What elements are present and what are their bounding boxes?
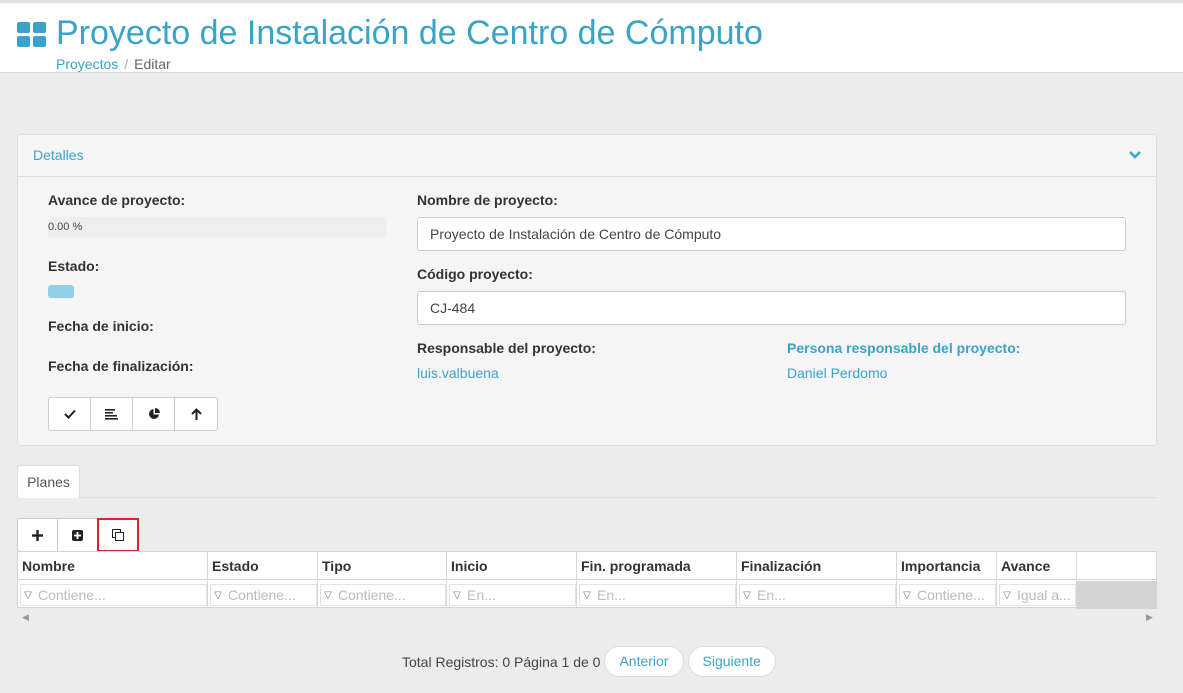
filter-icon[interactable]: ▽ <box>321 590 335 601</box>
next-page-button[interactable]: Siguiente <box>687 646 776 677</box>
column-header[interactable]: Nombre <box>18 552 208 579</box>
details-panel: Detalles Avance de proyecto: 0.00 % Esta… <box>17 134 1157 446</box>
project-owner-label: Responsable del proyecto: <box>417 340 596 356</box>
filter-icon[interactable]: ▽ <box>211 590 225 601</box>
project-name-input[interactable]: Proyecto de Instalación de Centro de Cóm… <box>417 217 1126 251</box>
progress-bar: 0.00 % <box>48 217 386 237</box>
column-header[interactable]: Avance <box>997 552 1077 579</box>
state-label: Estado: <box>48 258 100 274</box>
copy-plan-button[interactable] <box>97 518 139 552</box>
project-code-label: Código proyecto: <box>417 266 533 282</box>
filter-cell[interactable]: ▽ Contiene... <box>897 581 997 609</box>
filter-cell[interactable]: ▽ En... <box>737 581 897 609</box>
project-actions <box>48 397 218 431</box>
add-plan-button[interactable] <box>18 519 58 551</box>
align-left-icon <box>105 408 118 420</box>
filter-input[interactable]: En... <box>754 587 786 603</box>
filter-input[interactable]: Contiene... <box>35 587 106 603</box>
filter-cell[interactable]: ▽ Igual a... <box>997 581 1077 609</box>
breadcrumb: Proyectos / Editar <box>56 56 171 72</box>
tab-planes[interactable]: Planes <box>17 465 80 498</box>
arrow-up-icon <box>190 408 202 420</box>
scroll-left-icon[interactable]: ◀ <box>22 612 29 623</box>
scroll-right-icon[interactable]: ▶ <box>1146 612 1153 623</box>
add-subplan-button[interactable] <box>58 519 98 551</box>
filter-input[interactable]: Igual a... <box>1014 587 1071 603</box>
filter-icon[interactable]: ▽ <box>740 590 754 601</box>
grid-logo-icon <box>17 22 47 48</box>
column-header[interactable]: Estado <box>208 552 318 579</box>
filter-input[interactable]: En... <box>464 587 496 603</box>
chevron-down-icon[interactable] <box>1128 149 1142 161</box>
arrow-up-button[interactable] <box>175 398 217 430</box>
filter-cell[interactable]: ▽ En... <box>447 581 577 609</box>
pie-chart-button[interactable] <box>133 398 175 430</box>
plans-toolbar <box>17 518 139 552</box>
align-left-button[interactable] <box>91 398 133 430</box>
check-button[interactable] <box>49 398 91 430</box>
progress-text: 0.00 % <box>48 221 83 233</box>
end-date-label: Fecha de finalización: <box>48 358 194 374</box>
filter-icon[interactable]: ▽ <box>1000 590 1014 601</box>
grid-filter-filler <box>1077 581 1157 609</box>
grid-header-row: Nombre Estado Tipo Inicio Fin. programad… <box>18 552 1157 580</box>
tab-divider <box>80 497 1157 498</box>
column-header[interactable]: Tipo <box>318 552 447 579</box>
filter-cell[interactable]: ▽ Contiene... <box>318 581 447 609</box>
page-header: Proyecto de Instalación de Centro de Cóm… <box>0 3 1183 73</box>
copy-icon <box>112 529 124 541</box>
filter-icon[interactable]: ▽ <box>580 590 594 601</box>
column-header[interactable]: Finalización <box>737 552 897 579</box>
grid-header-filler <box>1077 552 1157 579</box>
filter-input[interactable]: Contiene... <box>914 587 985 603</box>
filter-icon[interactable]: ▽ <box>21 590 35 601</box>
filter-icon[interactable]: ▽ <box>450 590 464 601</box>
breadcrumb-separator: / <box>124 56 129 72</box>
column-header[interactable]: Importancia <box>897 552 997 579</box>
project-code-input[interactable]: CJ-484 <box>417 291 1126 325</box>
plans-grid: Nombre Estado Tipo Inicio Fin. programad… <box>17 551 1157 609</box>
breadcrumb-projects-link[interactable]: Proyectos <box>56 56 118 72</box>
grid-filter-row: ▽ Contiene... ▽ Contiene... ▽ Contiene... ▽… <box>18 581 1157 609</box>
responsible-person-label: Persona responsable del proyecto: <box>787 340 1021 356</box>
filter-cell[interactable]: ▽ Contiene... <box>208 581 318 609</box>
filter-input[interactable]: Contiene... <box>335 587 406 603</box>
progress-label: Avance de proyecto: <box>48 192 186 208</box>
details-panel-header[interactable]: Detalles <box>18 135 1156 177</box>
state-badge <box>48 285 74 298</box>
check-icon <box>63 409 76 419</box>
filter-icon[interactable]: ▽ <box>900 590 914 601</box>
details-panel-title[interactable]: Detalles <box>33 147 84 163</box>
breadcrumb-current: Editar <box>134 56 171 72</box>
plus-icon <box>32 529 43 541</box>
filter-cell[interactable]: ▽ En... <box>577 581 737 609</box>
pager: Total Registros: 0 Página 1 de 0 Anterio… <box>402 646 776 677</box>
filter-input[interactable]: Contiene... <box>225 587 296 603</box>
responsible-person-link[interactable]: Daniel Perdomo <box>787 365 887 381</box>
previous-page-button[interactable]: Anterior <box>604 646 684 677</box>
pie-chart-icon <box>148 408 160 419</box>
page-title: Proyecto de Instalación de Centro de Cóm… <box>56 14 763 52</box>
filter-input[interactable]: En... <box>594 587 626 603</box>
column-header[interactable]: Inicio <box>447 552 577 579</box>
pager-summary: Total Registros: 0 Página 1 de 0 <box>402 653 601 670</box>
plus-square-icon <box>72 529 83 541</box>
project-owner-link[interactable]: luis.valbuena <box>417 365 499 381</box>
filter-cell[interactable]: ▽ Contiene... <box>18 581 208 609</box>
project-name-label: Nombre de proyecto: <box>417 192 558 208</box>
start-date-label: Fecha de inicio: <box>48 318 154 334</box>
column-header[interactable]: Fin. programada <box>577 552 737 579</box>
